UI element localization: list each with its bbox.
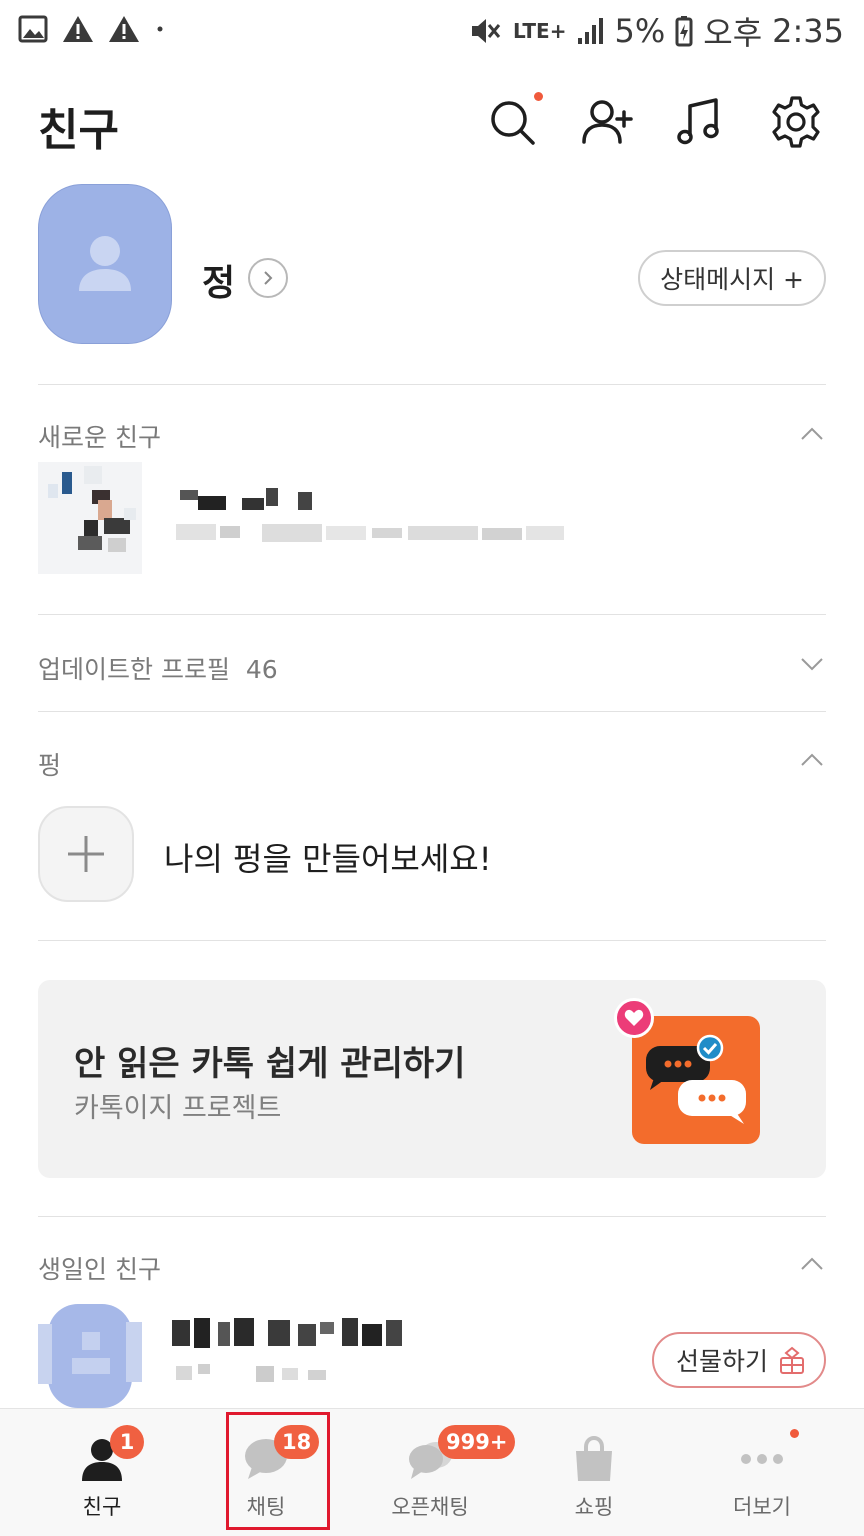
- tab-label: 쇼핑: [574, 1495, 614, 1519]
- status-bar: LTE+ 5% 오후 2:35: [0, 0, 864, 62]
- banner-subtitle: 카톡이지 프로젝트: [74, 1093, 282, 1124]
- plus-icon: [68, 836, 104, 872]
- updated-profiles-label: 업데이트한 프로필: [38, 655, 230, 684]
- blurred-avatar: [38, 1304, 142, 1408]
- add-friend-button[interactable]: [578, 94, 634, 150]
- status-message-label: 상태메시지 +: [660, 265, 804, 294]
- dot-indicator-icon: [157, 26, 163, 32]
- tab-label: 친구: [82, 1495, 122, 1519]
- chat-bubbles-icon: [646, 1034, 746, 1124]
- profile-detail-button[interactable]: [248, 258, 288, 298]
- blurred-avatar: [38, 462, 142, 574]
- battery-icon: [675, 16, 693, 47]
- gear-icon: [772, 96, 820, 148]
- new-indicator-dot: [534, 92, 543, 101]
- divider: [38, 1216, 826, 1217]
- new-indicator-dot: [790, 1429, 799, 1438]
- friends-badge: 1: [110, 1425, 144, 1459]
- promo-banner[interactable]: 안 읽은 카톡 쉽게 관리하기 카톡이지 프로젝트: [38, 980, 826, 1178]
- bottom-navigation: 1 친구 18 채팅 999+ 오픈채팅 쇼핑 더보기: [0, 1408, 864, 1536]
- header: 친구: [0, 70, 864, 180]
- tab-label: 오픈채팅: [391, 1495, 469, 1519]
- divider: [38, 384, 826, 385]
- highlight-annotation: [226, 1412, 330, 1530]
- chevron-right-icon: [264, 271, 273, 285]
- page-title: 친구: [38, 105, 119, 156]
- more-dots-icon: [741, 1454, 783, 1464]
- divider: [38, 614, 826, 615]
- gift-button[interactable]: 선물하기: [651, 1332, 826, 1388]
- chevron-down-icon[interactable]: [800, 652, 824, 676]
- section-title-updated-profiles: 업데이트한 프로필 46: [38, 650, 278, 686]
- tab-open-chat[interactable]: 999+ 오픈채팅: [344, 1409, 516, 1536]
- warning-icon: [63, 16, 93, 42]
- tab-friends[interactable]: 1 친구: [16, 1409, 188, 1536]
- music-icon: [677, 98, 719, 145]
- section-title-birthday: 생일인 친구: [38, 1255, 161, 1284]
- tab-more[interactable]: 더보기: [676, 1409, 848, 1536]
- clock: 2:35: [772, 12, 844, 50]
- divider: [38, 940, 826, 941]
- open-chat-badge: 999+: [438, 1425, 516, 1459]
- blurred-friend-info: [176, 488, 564, 542]
- banner-chat-illustration: [632, 1016, 760, 1144]
- search-button[interactable]: [484, 92, 543, 150]
- shopping-bag-icon: [576, 1435, 612, 1481]
- section-title-new-friends: 새로운 친구: [38, 423, 161, 452]
- search-icon: [491, 101, 535, 145]
- pung-create-prompt[interactable]: 나의 펑을 만들어보세요!: [164, 834, 492, 880]
- chevron-up-icon[interactable]: [800, 1252, 824, 1276]
- mute-icon: [471, 19, 501, 43]
- gift-button-label: 선물하기: [675, 1347, 768, 1376]
- section-title-pung: 펑: [38, 751, 62, 780]
- updated-profiles-count: 46: [245, 655, 278, 684]
- status-message-button[interactable]: 상태메시지 +: [638, 250, 826, 306]
- gift-icon: [780, 1346, 804, 1374]
- settings-button[interactable]: [768, 94, 824, 150]
- banner-title: 안 읽은 카톡 쉽게 관리하기: [74, 1044, 466, 1084]
- notification-icons: [18, 14, 166, 44]
- create-pung-button[interactable]: [38, 806, 134, 902]
- signal-icon: [578, 18, 604, 44]
- heart-icon: [614, 998, 654, 1038]
- avatar[interactable]: [38, 184, 172, 344]
- profile-name: 정: [202, 263, 236, 304]
- image-notification-icon: [18, 15, 48, 43]
- battery-percent: 5%: [614, 12, 666, 50]
- add-friend-icon: [582, 100, 633, 144]
- network-type: LTE+: [512, 19, 567, 43]
- divider: [38, 711, 826, 712]
- tab-label: 더보기: [733, 1495, 791, 1519]
- blurred-friend-info: [172, 1318, 402, 1382]
- time-period: 오후: [703, 14, 763, 52]
- chevron-up-icon[interactable]: [800, 422, 824, 446]
- music-button[interactable]: [672, 94, 728, 150]
- warning-icon: [109, 16, 139, 42]
- my-profile[interactable]: 정 상태메시지 +: [0, 180, 864, 384]
- default-person-icon: [79, 236, 131, 291]
- tab-shopping[interactable]: 쇼핑: [508, 1409, 680, 1536]
- chevron-up-icon[interactable]: [800, 748, 824, 772]
